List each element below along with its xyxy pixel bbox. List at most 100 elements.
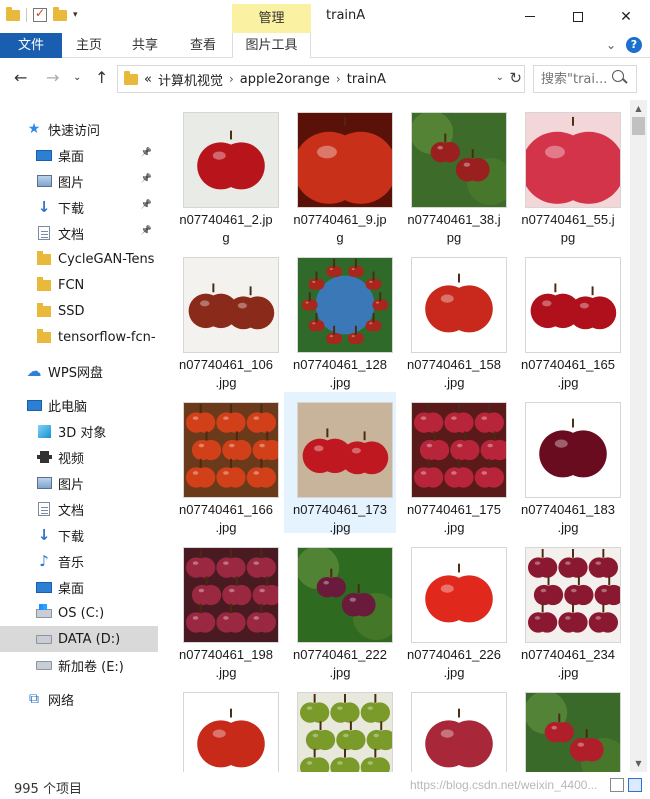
- details-view-icon[interactable]: [610, 778, 624, 792]
- file-item[interactable]: n07740461_128 .jpg: [284, 247, 396, 390]
- pin-icon[interactable]: 📌: [141, 148, 152, 158]
- file-item[interactable]: n07740461_9.jp g: [284, 102, 396, 245]
- file-item[interactable]: n07740461_106 .jpg: [170, 247, 282, 390]
- tab-picture-tools[interactable]: 图片工具: [232, 33, 311, 58]
- sidebar-item[interactable]: 桌面 📌: [0, 142, 158, 168]
- sidebar-item[interactable]: ↓ 下载: [0, 522, 158, 548]
- file-item[interactable]: n07740461_226 .jpg: [398, 537, 510, 680]
- file-item[interactable]: [170, 682, 282, 772]
- properties-icon[interactable]: [33, 6, 47, 22]
- file-item[interactable]: n07740461_55.j pg: [512, 102, 624, 245]
- breadcrumb-separator-icon[interactable]: ›: [336, 72, 341, 86]
- file-name-line: .jpg: [443, 665, 465, 680]
- sidebar-item[interactable]: tensorflow-fcn-: [0, 324, 158, 350]
- file-thumbnail: [297, 547, 393, 643]
- forward-arrow-icon[interactable]: →: [46, 68, 59, 87]
- sidebar-item[interactable]: 桌面: [0, 574, 158, 600]
- tab-share[interactable]: 共享: [116, 33, 174, 58]
- new-folder-icon[interactable]: [53, 6, 67, 21]
- file-item[interactable]: n07740461_158 .jpg: [398, 247, 510, 390]
- file-item[interactable]: n07740461_183 .jpg: [512, 392, 624, 535]
- file-thumbnail: [297, 692, 393, 772]
- breadcrumb-computer-vision[interactable]: 计算机视觉: [158, 70, 223, 89]
- file-item[interactable]: [512, 682, 624, 772]
- sidebar-item-label: FCN: [58, 277, 85, 293]
- file-item[interactable]: n07740461_38.j pg: [398, 102, 510, 245]
- sidebar-item[interactable]: ☁ WPS网盘: [0, 358, 158, 384]
- sidebar-item[interactable]: 文档: [0, 496, 158, 522]
- tab-file[interactable]: 文件: [0, 33, 62, 58]
- quick-access-toolbar: ▾: [6, 6, 78, 22]
- file-name: n07740461_183 .jpg: [512, 501, 624, 537]
- customize-toolbar-dropdown-icon[interactable]: ▾: [73, 10, 78, 20]
- sidebar-item[interactable]: CycleGAN-Tens: [0, 246, 158, 272]
- file-name-line: n07740461_222: [293, 647, 387, 662]
- sidebar-item[interactable]: OS (C:): [0, 600, 158, 626]
- file-name: n07740461_173 .jpg: [284, 501, 396, 537]
- file-item[interactable]: [284, 682, 396, 772]
- sidebar-item[interactable]: DATA (D:): [0, 626, 158, 652]
- refresh-icon[interactable]: ↻: [509, 69, 522, 87]
- search-icon[interactable]: [612, 70, 624, 82]
- file-thumbnail: [183, 402, 279, 498]
- file-name: n07740461_222 .jpg: [284, 646, 396, 682]
- file-item[interactable]: n07740461_198 .jpg: [170, 537, 282, 680]
- close-button[interactable]: ✕: [602, 0, 650, 33]
- sidebar-item[interactable]: 图片 📌: [0, 168, 158, 194]
- minimize-button[interactable]: [506, 0, 554, 33]
- recent-locations-icon[interactable]: ⌄: [73, 72, 81, 83]
- pin-icon[interactable]: 📌: [141, 174, 152, 184]
- sidebar-item[interactable]: 文档 📌: [0, 220, 158, 246]
- sidebar-item[interactable]: SSD: [0, 298, 158, 324]
- sidebar-item[interactable]: ↓ 下载 📌: [0, 194, 158, 220]
- expand-ribbon-icon[interactable]: ⌄: [606, 38, 616, 52]
- back-arrow-icon[interactable]: ←: [14, 68, 27, 87]
- file-name: n07740461_128 .jpg: [284, 356, 396, 392]
- file-name-line: .jpg: [215, 520, 237, 535]
- video-icon: [36, 450, 52, 464]
- file-item[interactable]: n07740461_2.jp g: [170, 102, 282, 245]
- sidebar-item[interactable]: 此电脑: [0, 392, 158, 418]
- file-item[interactable]: n07740461_222 .jpg: [284, 537, 396, 680]
- tab-view[interactable]: 查看: [174, 33, 232, 58]
- file-name-line: n07740461_234: [521, 647, 615, 662]
- navigation-bar: ← → ⌄ ↑ « 计算机视觉 › apple2orange › trainA …: [0, 58, 650, 100]
- up-arrow-icon[interactable]: ↑: [95, 68, 108, 87]
- breadcrumb-separator-icon[interactable]: ›: [229, 72, 234, 86]
- file-item[interactable]: n07740461_175 .jpg: [398, 392, 510, 535]
- file-name-line: pg: [560, 230, 576, 245]
- tab-home[interactable]: 主页: [62, 33, 116, 58]
- drive-icon-glyph: [36, 660, 52, 670]
- sidebar-item[interactable]: ♪ 音乐: [0, 548, 158, 574]
- sidebar-item[interactable]: FCN: [0, 272, 158, 298]
- folder-icon: [36, 302, 52, 318]
- breadcrumb-overflow[interactable]: «: [144, 72, 152, 87]
- breadcrumb-trainA[interactable]: trainA: [347, 72, 386, 87]
- file-item[interactable]: n07740461_166 .jpg: [170, 392, 282, 535]
- pin-icon[interactable]: 📌: [141, 200, 152, 210]
- breadcrumb-apple2orange[interactable]: apple2orange: [240, 72, 330, 87]
- large-icons-view-icon[interactable]: [628, 778, 642, 792]
- sidebar-item[interactable]: ★ 快速访问: [0, 116, 158, 142]
- vertical-scrollbar[interactable]: ▲ ▼: [630, 100, 647, 772]
- ribbon-controls: ⌄ ?: [606, 37, 642, 53]
- address-bar[interactable]: « 计算机视觉 › apple2orange › trainA ⌄ ↻: [117, 65, 525, 93]
- file-item[interactable]: n07740461_173 .jpg: [284, 392, 396, 535]
- sidebar-item-label: 文档: [58, 503, 85, 519]
- sidebar-item[interactable]: 视频: [0, 444, 158, 470]
- scroll-up-icon[interactable]: ▲: [630, 100, 647, 117]
- sidebar-item[interactable]: 图片: [0, 470, 158, 496]
- scroll-down-icon[interactable]: ▼: [630, 755, 647, 772]
- sidebar-item[interactable]: 新加卷 (E:): [0, 652, 158, 678]
- file-item[interactable]: [398, 682, 510, 772]
- folder-icon[interactable]: [6, 6, 20, 21]
- address-history-dropdown-icon[interactable]: ⌄: [496, 72, 504, 83]
- scrollbar-thumb[interactable]: [632, 117, 645, 135]
- pin-icon[interactable]: 📌: [141, 226, 152, 236]
- maximize-button[interactable]: [554, 0, 602, 33]
- help-icon[interactable]: ?: [626, 37, 642, 53]
- sidebar-item[interactable]: ⧉ 网络: [0, 686, 158, 712]
- sidebar-item[interactable]: 3D 对象: [0, 418, 158, 444]
- file-item[interactable]: n07740461_234 .jpg: [512, 537, 624, 680]
- file-item[interactable]: n07740461_165 .jpg: [512, 247, 624, 390]
